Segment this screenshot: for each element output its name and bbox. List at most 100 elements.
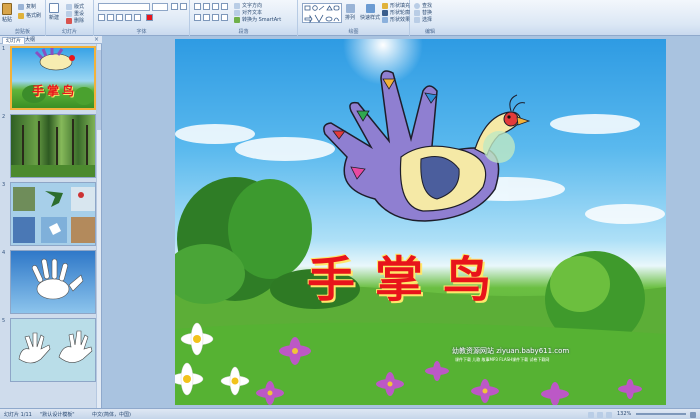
shape-effects-button[interactable]: 形状效果: [382, 16, 410, 23]
align-text-button[interactable]: 对齐文本: [234, 9, 262, 16]
increase-indent-icon[interactable]: [221, 3, 228, 10]
layout-icon: [66, 3, 72, 10]
shape-outline-button[interactable]: 形状轮廓: [382, 9, 410, 16]
editing-group: 查找 替换 选择 编辑: [410, 0, 450, 36]
align-center-icon[interactable]: [203, 14, 210, 21]
format-painter-label: 格式刷: [26, 13, 42, 19]
slide-thumbnail-2[interactable]: 2: [0, 114, 98, 180]
close-icon[interactable]: ×: [94, 36, 99, 43]
thumbnail-image: [10, 250, 96, 314]
meadow: [175, 322, 666, 405]
fit-to-window-icon[interactable]: [690, 412, 696, 418]
select-button[interactable]: 选择: [414, 16, 432, 23]
shape-effects-label: 形状效果: [390, 17, 411, 23]
current-slide[interactable]: 手掌鸟 幼教资源网站 ziyuan.baby611.com 课件下载 儿歌 故事…: [175, 39, 666, 405]
theme-name: "默认设计模板": [40, 412, 75, 418]
new-slide-icon: [49, 3, 59, 13]
clipboard-group: 粘贴 复制 格式刷 剪贴板: [0, 0, 46, 36]
paste-button[interactable]: 粘贴: [2, 3, 12, 23]
justify-icon[interactable]: [221, 14, 228, 21]
quick-styles-label: 快速样式: [360, 15, 381, 21]
slide-number: 4: [2, 250, 6, 256]
align-left-icon[interactable]: [194, 14, 201, 21]
new-slide-button[interactable]: 新建: [49, 3, 59, 21]
grow-font-icon[interactable]: [171, 3, 178, 10]
replace-button[interactable]: 替换: [414, 9, 432, 16]
brush-icon: [18, 12, 24, 19]
paste-icon: [2, 3, 12, 15]
font-color-icon[interactable]: [146, 14, 153, 21]
bird-photos-icon: [13, 187, 95, 243]
align-text-icon: [234, 9, 240, 16]
decrease-indent-icon[interactable]: [212, 3, 219, 10]
align-right-icon[interactable]: [212, 14, 219, 21]
arrange-button[interactable]: 排列: [345, 4, 355, 21]
bullets-icon[interactable]: [194, 3, 201, 10]
text-direction-label: 文字方向: [242, 3, 263, 9]
align-text-label: 对齐文本: [242, 10, 263, 16]
panel-tabs: 幻灯片 大纲 ×: [0, 36, 102, 44]
text-direction-button[interactable]: 文字方向: [234, 2, 262, 9]
font-size-combo[interactable]: [152, 3, 168, 11]
shrink-font-icon[interactable]: [180, 3, 187, 10]
slide-sorter-icon[interactable]: [597, 412, 603, 418]
thumbnail-scrollbar[interactable]: [96, 44, 101, 408]
normal-view-icon[interactable]: [588, 412, 594, 418]
thumbnail-image: [10, 182, 96, 246]
tab-outline[interactable]: 大纲: [22, 37, 38, 44]
copy-button[interactable]: 复制: [18, 3, 36, 10]
fill-icon: [382, 2, 388, 9]
slide-number: 5: [2, 318, 6, 324]
slideshow-icon[interactable]: [606, 412, 612, 418]
slide-thumbnail-1[interactable]: 1 手掌鸟: [0, 46, 98, 112]
text-direction-icon: [234, 2, 240, 9]
copy-label: 复制: [26, 4, 37, 10]
find-button[interactable]: 查找: [414, 2, 432, 9]
slides-group: 新建 版式 重设 删除 幻灯片: [46, 0, 94, 36]
italic-icon[interactable]: [107, 14, 114, 21]
quick-styles-button[interactable]: 快速样式: [360, 4, 380, 21]
underline-icon[interactable]: [116, 14, 123, 21]
reset-button[interactable]: 重设: [66, 10, 84, 17]
font-name-combo[interactable]: [98, 3, 150, 11]
reset-icon: [66, 10, 72, 17]
scrollbar-thumb[interactable]: [97, 50, 101, 130]
slides-group-label: 幻灯片: [61, 29, 77, 35]
select-label: 选择: [422, 17, 433, 23]
font-group-label: 字体: [136, 29, 147, 35]
smartart-button[interactable]: 转换为 SmartArt: [234, 16, 281, 23]
shadow-icon[interactable]: [134, 14, 141, 21]
bold-icon[interactable]: [98, 14, 105, 21]
delete-icon: [66, 17, 72, 24]
layout-label: 版式: [74, 4, 85, 10]
delete-slide-button[interactable]: 删除: [66, 17, 84, 24]
arrange-label: 排列: [345, 15, 356, 21]
forest-trees-icon: [11, 119, 95, 177]
slide-counter: 幻灯片 1/11: [4, 412, 32, 418]
layout-button[interactable]: 版式: [66, 3, 84, 10]
strikethrough-icon[interactable]: [125, 14, 132, 21]
slide-title[interactable]: 手掌鸟: [307, 240, 511, 310]
font-group: 字体: [94, 0, 190, 36]
slide-number: 2: [2, 114, 6, 120]
slide-thumbnail-3[interactable]: 3: [0, 182, 98, 248]
paragraph-group-label: 段落: [238, 29, 249, 35]
copy-icon: [18, 3, 24, 10]
slide-thumbnail-4[interactable]: 4: [0, 250, 98, 316]
smartart-icon: [234, 16, 240, 23]
thumbnail-image: [10, 318, 96, 382]
reset-label: 重设: [74, 11, 85, 17]
shape-fill-label: 形状填充: [390, 3, 411, 9]
clipboard-group-label: 剪贴板: [14, 29, 30, 35]
format-painter-button[interactable]: 格式刷: [18, 12, 41, 19]
shapes-gallery[interactable]: [302, 3, 342, 24]
paste-label: 粘贴: [2, 17, 13, 23]
numbering-icon[interactable]: [203, 3, 210, 10]
zoom-slider[interactable]: [636, 413, 686, 415]
shape-fill-button[interactable]: 形状填充: [382, 2, 410, 9]
zoom-level[interactable]: 132%: [617, 411, 631, 417]
new-slide-label: 新建: [49, 15, 60, 21]
language-indicator[interactable]: 中文(简体，中国): [92, 411, 131, 418]
slide-thumbnail-5[interactable]: 5: [0, 318, 98, 384]
thumbnail-title: 手掌鸟: [32, 84, 78, 98]
